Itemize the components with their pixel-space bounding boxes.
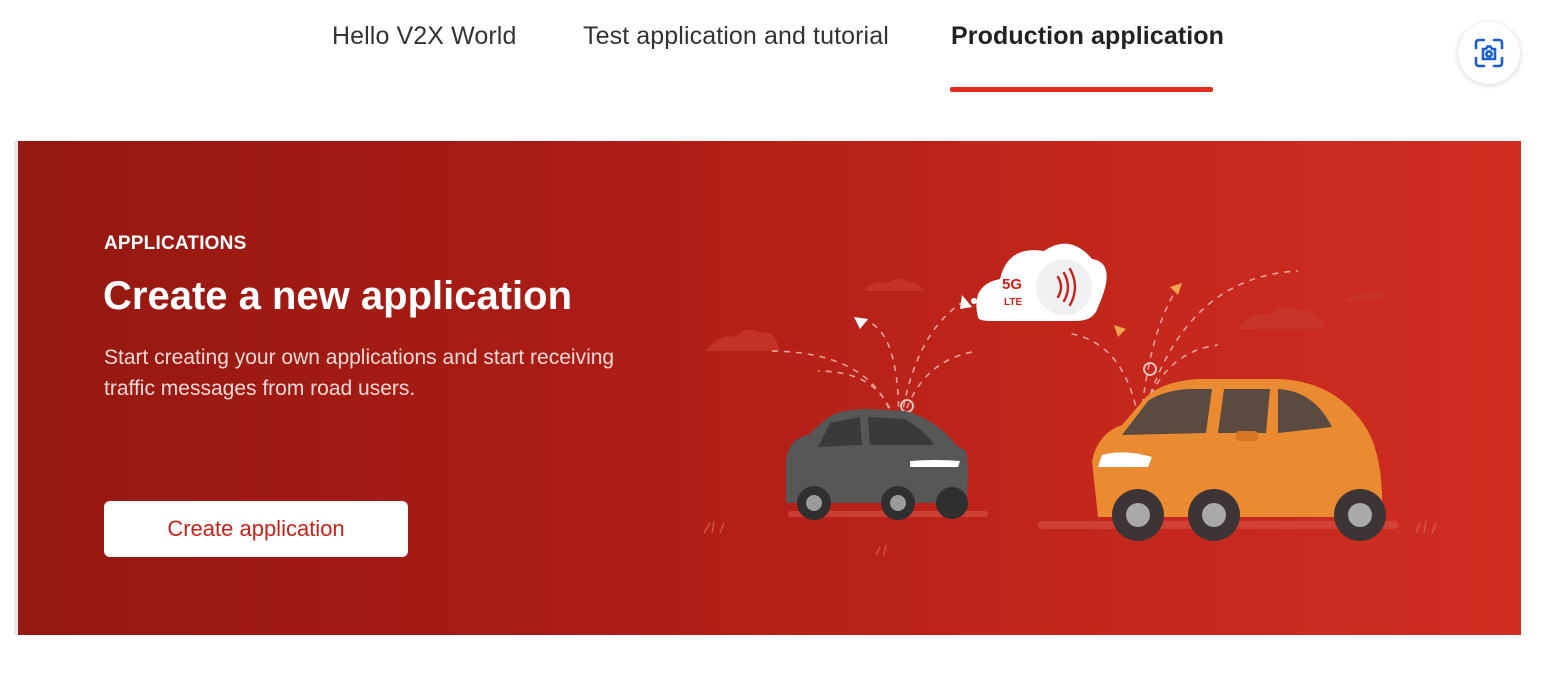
signal-arrowheads bbox=[854, 295, 972, 329]
create-application-button[interactable]: Create application bbox=[104, 501, 408, 557]
tab-hello-v2x-world[interactable]: Hello V2X World bbox=[332, 22, 516, 51]
create-application-banner: APPLICATIONS Create a new application St… bbox=[14, 141, 1521, 635]
orange-car bbox=[1092, 379, 1386, 541]
page: Hello V2X World Test application and tut… bbox=[0, 0, 1550, 678]
banner-description: Start creating your own applications and… bbox=[104, 346, 615, 400]
grey-car bbox=[786, 409, 968, 520]
banner-eyebrow: APPLICATIONS bbox=[104, 233, 247, 254]
tab-bar: Hello V2X World Test application and tut… bbox=[0, 0, 1550, 95]
tab-test-application-tutorial[interactable]: Test application and tutorial bbox=[583, 22, 889, 51]
visual-search-button[interactable] bbox=[1458, 22, 1520, 84]
tab-production-application[interactable]: Production application bbox=[951, 22, 1224, 51]
banner-title: Create a new application bbox=[103, 274, 573, 318]
signal-arrowheads-orange bbox=[1114, 283, 1182, 337]
v2x-cars-illustration: 5G LTE bbox=[703, 243, 1437, 556]
cloud-label-5g: 5G bbox=[1002, 276, 1022, 293]
active-tab-indicator bbox=[950, 87, 1213, 92]
cloud-label-lte: LTE bbox=[1004, 297, 1022, 308]
visual-search-icon bbox=[1474, 38, 1504, 68]
network-cloud: 5G LTE bbox=[971, 243, 1107, 321]
connection-points bbox=[900, 362, 1157, 413]
